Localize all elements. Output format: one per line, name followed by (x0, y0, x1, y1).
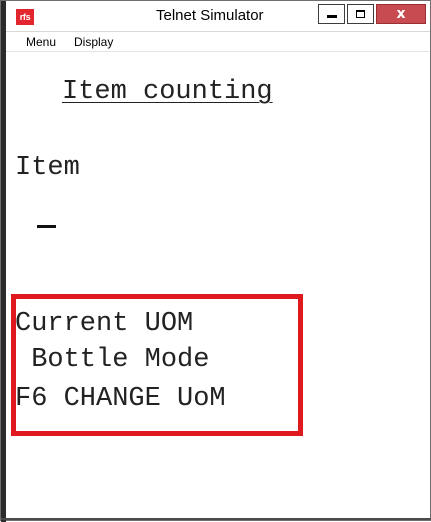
item-label: Item (15, 153, 80, 183)
terminal-screen[interactable]: Item counting Item Current UOM Bottle Mo… (6, 52, 429, 519)
minimize-icon (326, 14, 337, 18)
maximize-button[interactable] (347, 4, 374, 24)
close-icon: x (396, 6, 406, 22)
window-title: Telnet Simulator (156, 7, 264, 24)
title-bar[interactable]: rfs Telnet Simulator x (6, 1, 430, 32)
highlight-box (11, 294, 303, 436)
maximize-icon (356, 10, 365, 18)
menu-bar: Menu Display (6, 32, 429, 52)
close-button[interactable]: x (376, 4, 426, 24)
menu-item-menu[interactable]: Menu (26, 35, 56, 49)
menu-item-display[interactable]: Display (74, 35, 113, 49)
screen-heading: Item counting (62, 77, 273, 107)
minimize-button[interactable] (318, 4, 345, 24)
window-bottom-edge (1, 518, 431, 520)
app-icon[interactable]: rfs (16, 9, 34, 25)
telnet-simulator-window: rfs Telnet Simulator x Menu Display Item… (0, 0, 431, 522)
input-cursor[interactable] (37, 225, 56, 228)
